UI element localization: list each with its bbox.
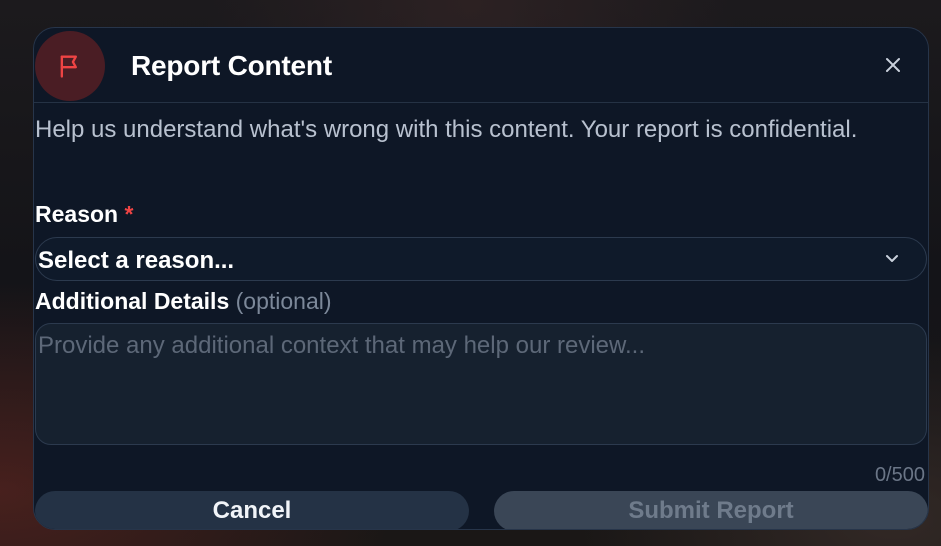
chevron-down-icon xyxy=(886,255,898,262)
details-label-text: Additional Details xyxy=(35,288,230,314)
optional-hint: (optional) xyxy=(235,288,332,314)
submit-report-button[interactable]: Submit Report xyxy=(494,491,928,529)
character-counter: 0/500 xyxy=(874,464,925,486)
details-label: Additional Details (optional) xyxy=(35,288,332,315)
reason-select-value: Select a reason... xyxy=(38,247,235,274)
details-placeholder: Provide any additional context that may … xyxy=(38,332,646,359)
required-marker: * xyxy=(124,201,134,227)
flag-icon-badge xyxy=(35,31,105,101)
dialog-header: Report Content xyxy=(34,28,928,103)
dialog-description: Help us understand what's wrong with thi… xyxy=(35,116,858,143)
close-icon xyxy=(886,58,900,72)
dialog-title: Report Content xyxy=(131,50,332,81)
details-textarea[interactable]: Provide any additional context that may … xyxy=(35,323,927,445)
report-content-dialog: Report Content Help us understand what's… xyxy=(33,27,929,530)
reason-label-text: Reason xyxy=(35,201,119,227)
flag-icon xyxy=(60,55,78,78)
reason-select[interactable]: Select a reason... xyxy=(35,237,927,281)
reason-label: Reason * xyxy=(35,201,133,228)
close-button[interactable] xyxy=(878,50,908,80)
cancel-button[interactable]: Cancel xyxy=(35,491,469,529)
